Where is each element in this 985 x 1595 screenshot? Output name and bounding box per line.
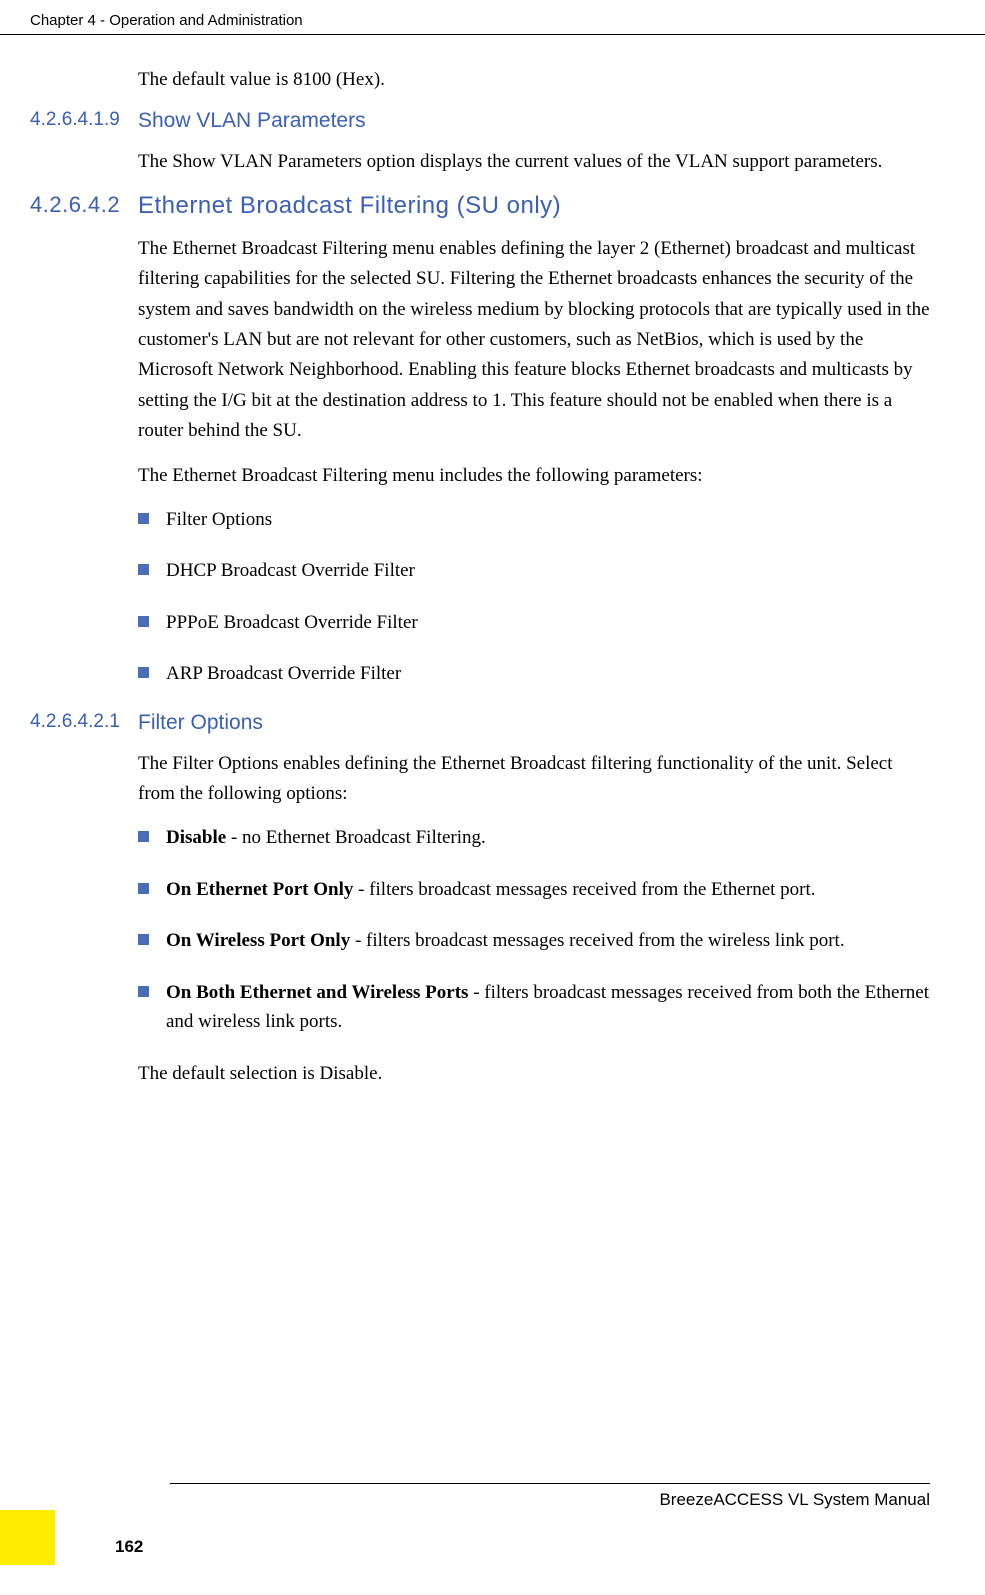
bullet-icon (138, 831, 149, 842)
list-item: Filter Options (138, 505, 930, 534)
bullet-text: On Ethernet Port Only - filters broadcas… (166, 875, 930, 904)
heading-show-vlan: 4.2.6.4.1.9 Show VLAN Parameters (30, 109, 930, 133)
bullet-text: On Wireless Port Only - filters broadcas… (166, 926, 930, 955)
heading-ethernet-broadcast: 4.2.6.4.2 Ethernet Broadcast Filtering (… (30, 192, 930, 220)
page-footer: BreezeACCESS VL System Manual 162 (0, 1483, 985, 1565)
bullet-text: ARP Broadcast Override Filter (166, 659, 930, 688)
list-item: Disable - no Ethernet Broadcast Filterin… (138, 823, 930, 852)
bullet-icon (138, 616, 149, 627)
bullet-text: Disable - no Ethernet Broadcast Filterin… (166, 823, 930, 852)
ethernet-para1: The Ethernet Broadcast Filtering menu en… (138, 234, 930, 447)
option-bold: On Wireless Port Only (166, 930, 350, 951)
filter-options-intro: The Filter Options enables defining the … (138, 749, 930, 810)
ethernet-bullet-list: Filter Options DHCP Broadcast Override F… (138, 505, 930, 689)
intro-default-value: The default value is 8100 (Hex). (138, 65, 930, 95)
footer-bottom: 162 (0, 1510, 985, 1565)
section-title: Filter Options (138, 711, 263, 735)
bullet-text: On Both Ethernet and Wireless Ports - fi… (166, 978, 930, 1037)
option-bold: On Both Ethernet and Wireless Ports (166, 982, 468, 1003)
bullet-icon (138, 667, 149, 678)
bullet-icon (138, 564, 149, 575)
list-item: PPPoE Broadcast Override Filter (138, 608, 930, 637)
yellow-marker (0, 1510, 55, 1565)
section-title: Ethernet Broadcast Filtering (SU only) (138, 192, 561, 220)
section-number: 4.2.6.4.2.1 (30, 711, 138, 733)
page-number: 162 (115, 1537, 143, 1565)
footer-manual-title: BreezeACCESS VL System Manual (170, 1483, 930, 1510)
bullet-icon (138, 883, 149, 894)
bullet-icon (138, 934, 149, 945)
bullet-icon (138, 513, 149, 524)
bullet-text: DHCP Broadcast Override Filter (166, 556, 930, 585)
list-item: On Both Ethernet and Wireless Ports - fi… (138, 978, 930, 1037)
section-number: 4.2.6.4.2 (30, 192, 138, 218)
bullet-icon (138, 986, 149, 997)
list-item: DHCP Broadcast Override Filter (138, 556, 930, 585)
page-header: Chapter 4 - Operation and Administration (0, 0, 985, 35)
option-rest: - filters broadcast messages received fr… (353, 879, 815, 900)
list-item: On Wireless Port Only - filters broadcas… (138, 926, 930, 955)
heading-filter-options: 4.2.6.4.2.1 Filter Options (30, 711, 930, 735)
default-selection: The default selection is Disable. (138, 1059, 930, 1089)
section-number: 4.2.6.4.1.9 (30, 109, 138, 131)
option-rest: - filters broadcast messages received fr… (350, 930, 844, 951)
show-vlan-text: The Show VLAN Parameters option displays… (138, 147, 930, 177)
bullet-text: PPPoE Broadcast Override Filter (166, 608, 930, 637)
chapter-title: Chapter 4 - Operation and Administration (30, 12, 303, 29)
option-rest: - no Ethernet Broadcast Filtering. (226, 827, 486, 848)
option-bold: On Ethernet Port Only (166, 879, 353, 900)
option-bold: Disable (166, 827, 226, 848)
section-title: Show VLAN Parameters (138, 109, 366, 133)
list-item: On Ethernet Port Only - filters broadcas… (138, 875, 930, 904)
filter-options-list: Disable - no Ethernet Broadcast Filterin… (138, 823, 930, 1036)
list-item: ARP Broadcast Override Filter (138, 659, 930, 688)
bullet-text: Filter Options (166, 505, 930, 534)
ethernet-para2: The Ethernet Broadcast Filtering menu in… (138, 461, 930, 491)
page-content: The default value is 8100 (Hex). 4.2.6.4… (0, 35, 985, 1089)
